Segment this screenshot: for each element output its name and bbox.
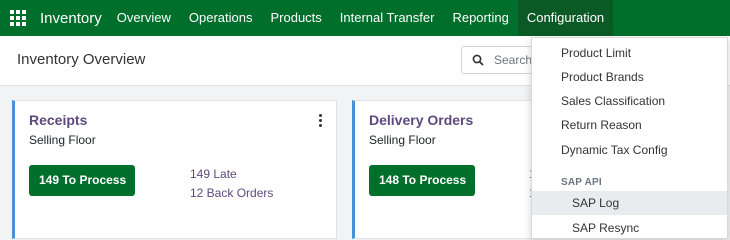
configuration-dropdown: Product Limit Product Brands Sales Class… xyxy=(531,37,728,239)
nav-overview[interactable]: Overview xyxy=(108,0,180,36)
menu-item-sales-classification[interactable]: Sales Classification xyxy=(532,89,727,113)
page-title: Inventory Overview xyxy=(17,51,146,68)
card-title[interactable]: Receipts xyxy=(29,112,87,128)
top-navbar: Inventory Overview Operations Products I… xyxy=(0,0,730,36)
late-link[interactable]: 149 Late xyxy=(190,167,237,181)
apps-menu-icon[interactable] xyxy=(0,0,36,36)
nav-products[interactable]: Products xyxy=(261,0,330,36)
search-icon xyxy=(472,54,484,66)
to-process-button[interactable]: 148 To Process xyxy=(369,165,475,196)
app-brand[interactable]: Inventory xyxy=(40,10,102,27)
card-subtitle: Selling Floor xyxy=(29,133,96,147)
nav-internal-transfer[interactable]: Internal Transfer xyxy=(331,0,444,36)
delivery-orders-card: Delivery Orders Selling Floor 148 To Pro… xyxy=(352,100,552,239)
card-title[interactable]: Delivery Orders xyxy=(369,112,473,128)
nav-operations[interactable]: Operations xyxy=(180,0,262,36)
receipts-card: Receipts Selling Floor 149 To Process 14… xyxy=(12,100,337,239)
menu-item-dynamic-tax-config[interactable]: Dynamic Tax Config xyxy=(532,138,727,162)
menu-item-sap-log[interactable]: SAP Log xyxy=(532,191,727,215)
menu-section-header: SAP API xyxy=(561,177,602,188)
nav-reporting[interactable]: Reporting xyxy=(443,0,517,36)
menu-item-product-limit[interactable]: Product Limit xyxy=(532,41,727,65)
card-subtitle: Selling Floor xyxy=(369,133,436,147)
to-process-button[interactable]: 149 To Process xyxy=(29,165,135,196)
menu-item-product-brands[interactable]: Product Brands xyxy=(532,65,727,89)
nav-configuration[interactable]: Configuration xyxy=(517,0,614,36)
back-orders-link[interactable]: 12 Back Orders xyxy=(190,186,273,200)
kebab-menu-icon[interactable] xyxy=(319,114,322,127)
menu-item-sap-resync[interactable]: SAP Resync xyxy=(532,216,727,240)
menu-item-return-reason[interactable]: Return Reason xyxy=(532,113,727,137)
